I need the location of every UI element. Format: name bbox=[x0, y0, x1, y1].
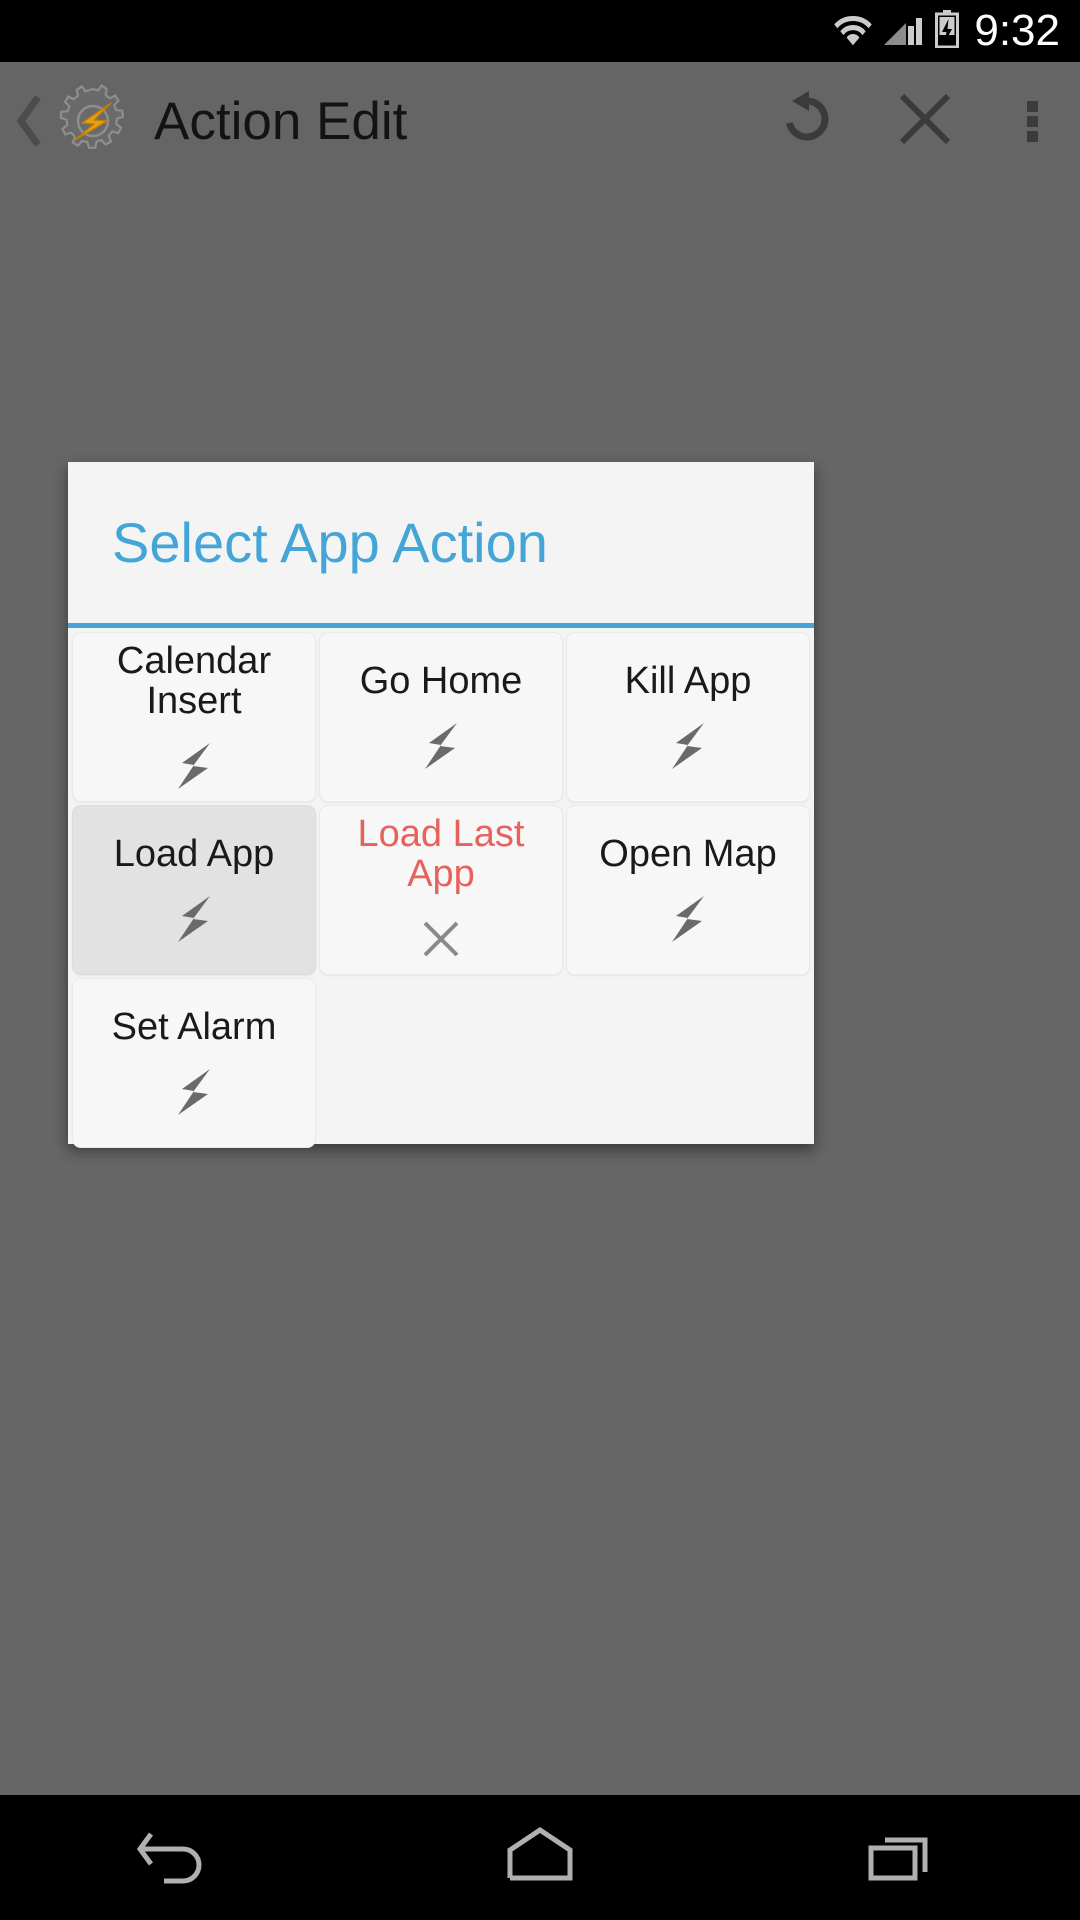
cellular-signal-icon bbox=[884, 12, 924, 51]
overflow-dots-icon bbox=[1026, 97, 1038, 146]
action-card-label: Kill App bbox=[624, 660, 752, 703]
tasker-gear-bolt-icon[interactable] bbox=[54, 82, 132, 160]
lightning-bolt-icon bbox=[172, 1066, 216, 1118]
status-bar-clock: 9:32 bbox=[974, 6, 1060, 55]
action-bar-buttons bbox=[748, 62, 1080, 180]
lightning-bolt-icon bbox=[419, 720, 463, 772]
action-card-kill-app[interactable]: Kill App bbox=[566, 632, 810, 802]
battery-charging-icon bbox=[934, 9, 960, 53]
lightning-bolt-icon bbox=[666, 893, 710, 945]
close-x-icon bbox=[894, 88, 956, 155]
action-card-load-last-app[interactable]: Load Last App bbox=[319, 805, 563, 975]
dialog-title: Select App Action bbox=[112, 510, 548, 574]
status-bar: 9:32 bbox=[0, 0, 1080, 62]
status-bar-icons bbox=[832, 9, 960, 53]
nav-home-button[interactable] bbox=[430, 1795, 650, 1920]
select-app-action-dialog: Select App Action Calendar Insert Go Hom… bbox=[68, 462, 814, 1148]
action-card-label: Open Map bbox=[599, 833, 777, 876]
overflow-button[interactable] bbox=[984, 62, 1080, 180]
nav-back-button[interactable] bbox=[70, 1795, 290, 1920]
back-chevron-icon[interactable] bbox=[6, 96, 52, 146]
action-card-load-app[interactable]: Load App bbox=[72, 805, 316, 975]
dialog-header: Select App Action bbox=[68, 462, 814, 628]
action-card-label: Calendar Insert bbox=[116, 640, 272, 722]
close-button[interactable] bbox=[866, 62, 984, 180]
action-card-calendar-insert[interactable]: Calendar Insert bbox=[72, 632, 316, 802]
grid-empty-slot bbox=[319, 978, 563, 1148]
lightning-bolt-icon bbox=[172, 893, 216, 945]
close-x-icon bbox=[419, 913, 463, 965]
action-card-label: Set Alarm bbox=[111, 1006, 277, 1049]
wifi-icon bbox=[832, 12, 874, 51]
page-title: Action Edit bbox=[154, 91, 408, 151]
lightning-bolt-icon bbox=[172, 740, 216, 792]
nav-back-icon bbox=[136, 1824, 223, 1891]
nav-home-icon bbox=[497, 1824, 583, 1891]
phone-screen: 9:32 Action Edit Select App Action Calen… bbox=[0, 0, 1080, 1920]
undo-rotate-icon bbox=[775, 87, 839, 156]
action-bar: Action Edit bbox=[0, 62, 1080, 180]
nav-recents-button[interactable] bbox=[790, 1795, 1010, 1920]
action-card-label: Load Last App bbox=[357, 813, 525, 895]
action-card-label: Load App bbox=[113, 833, 275, 876]
grid-empty-slot bbox=[566, 978, 810, 1148]
undo-button[interactable] bbox=[748, 62, 866, 180]
navigation-bar bbox=[0, 1795, 1080, 1920]
action-card-set-alarm[interactable]: Set Alarm bbox=[72, 978, 316, 1148]
lightning-bolt-icon bbox=[666, 720, 710, 772]
action-grid: Calendar Insert Go Home Kill App Load Ap… bbox=[72, 632, 810, 1148]
nav-recents-icon bbox=[857, 1824, 943, 1891]
action-card-label: Go Home bbox=[359, 660, 523, 703]
action-card-go-home[interactable]: Go Home bbox=[319, 632, 563, 802]
dialog-body: Calendar Insert Go Home Kill App Load Ap… bbox=[68, 628, 814, 1148]
action-card-open-map[interactable]: Open Map bbox=[566, 805, 810, 975]
